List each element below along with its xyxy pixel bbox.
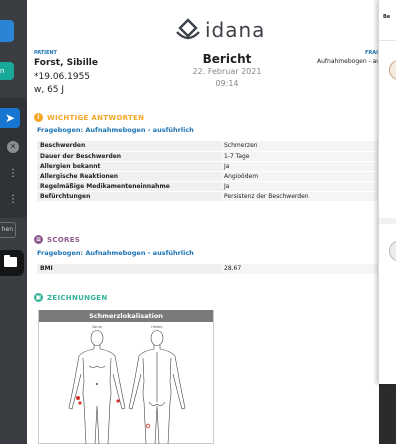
- side-panel-input[interactable]: hen: [0, 222, 16, 238]
- front-figure: [68, 330, 126, 444]
- table-row: BMI 28.67: [37, 264, 379, 275]
- pain-drawing-card: Schmerzlokalisation Vorne Hinten: [38, 310, 214, 444]
- answer-label: Allergische Reaktionen: [37, 171, 221, 182]
- body-outline: Vorne Hinten: [68, 325, 186, 444]
- divider: [379, 40, 396, 41]
- folder-button[interactable]: [0, 250, 24, 276]
- report-title: Bericht: [202, 52, 252, 66]
- report-time: 09:14: [215, 79, 239, 88]
- warning-icon: !: [34, 113, 43, 122]
- scores-table: BMI 28.67: [37, 264, 379, 275]
- more-options-icon[interactable]: ⋮: [4, 192, 22, 208]
- answer-label: Beschwerden: [37, 141, 221, 152]
- send-button[interactable]: ➤: [0, 108, 20, 128]
- table-row: Regelmäßige Medikamenteneinnahme Ja: [37, 181, 379, 192]
- report-page: idana PATIENT Forst, Sibille *19.06.1955…: [27, 0, 381, 444]
- answer-label: Regelmäßige Medikamenteneinnahme: [37, 181, 221, 192]
- idana-logo: idana: [175, 18, 305, 44]
- divider: [379, 218, 396, 224]
- front-view-label: Vorne: [92, 325, 102, 329]
- answer-value: Persistenz der Beschwerden: [221, 191, 379, 202]
- answers-heading-text: WICHTIGE ANTWORTEN: [47, 113, 145, 122]
- side-panel-teal-button[interactable]: n: [0, 62, 14, 80]
- scores-icon: ≡: [34, 235, 43, 244]
- score-label: BMI: [37, 264, 221, 275]
- close-icon[interactable]: ✕: [7, 141, 19, 153]
- table-row: Befürchtungen Persistenz der Beschwerden: [37, 191, 379, 202]
- side-dialog-header: Be: [383, 14, 391, 20]
- answer-label: Allergien bekannt: [37, 161, 221, 172]
- answer-value: 1-7 Tage: [221, 151, 379, 162]
- answer-value: Ja: [221, 161, 379, 172]
- table-row: Allergische Reaktionen Angioödem: [37, 171, 379, 182]
- patient-sex-age: w, 65 J: [34, 85, 65, 95]
- answer-value: Schmerzen: [221, 141, 379, 152]
- questionnaire-ref-value: Aufnahmebogen - au: [317, 58, 381, 65]
- pain-marker: [116, 399, 120, 403]
- scores-heading: ≡ SCORES: [34, 235, 80, 244]
- answer-value: Angioödem: [221, 171, 379, 182]
- pain-marker: [145, 423, 151, 429]
- side-panel-blue-tab[interactable]: [0, 20, 14, 42]
- answer-label: Dauer der Beschwerden: [37, 151, 221, 162]
- answer-value: Ja: [221, 181, 379, 192]
- avatar[interactable]: [389, 240, 396, 262]
- drawings-heading: ▣ ZEICHNUNGEN: [34, 293, 108, 302]
- pain-marker: [76, 396, 80, 400]
- avatar[interactable]: [389, 60, 396, 80]
- patient-name: Forst, Sibille: [34, 58, 98, 68]
- side-panel: n ➤ ✕ ⋮ ⋮ hen: [0, 0, 27, 444]
- drawings-icon: ▣: [34, 293, 43, 302]
- folder-icon: [4, 255, 17, 267]
- back-figure: [128, 330, 186, 444]
- score-value: 28.67: [221, 264, 379, 275]
- more-options-icon[interactable]: ⋮: [4, 166, 22, 182]
- answer-label: Befürchtungen: [37, 191, 221, 202]
- idana-logo-icon: [176, 18, 200, 40]
- table-row: Beschwerden Schmerzen: [37, 141, 379, 152]
- side-dialog: Be: [378, 0, 396, 384]
- pain-drawing-title: Schmerzlokalisation: [39, 310, 213, 322]
- table-row: Allergien bekannt Ja: [37, 161, 379, 172]
- side-panel-teal-label: n: [0, 67, 5, 75]
- scores-heading-text: SCORES: [47, 235, 81, 244]
- answers-table: Beschwerden Schmerzen Dauer der Beschwerd…: [37, 141, 379, 202]
- back-view-label: Hinten: [151, 325, 163, 329]
- patient-dob: *19.06.1955: [34, 72, 91, 82]
- send-icon: ➤: [4, 111, 16, 125]
- answers-questionnaire: Fragebogen: Aufnahmebogen - ausführlich: [37, 126, 194, 134]
- patient-label: PATIENT: [34, 50, 57, 56]
- drawings-heading-text: ZEICHNUNGEN: [47, 293, 108, 302]
- scores-questionnaire: Fragebogen: Aufnahmebogen - ausführlich: [37, 249, 194, 257]
- idana-logo-text: idana: [205, 18, 266, 42]
- answers-heading: ! WICHTIGE ANTWORTEN: [34, 113, 144, 122]
- table-row: Dauer der Beschwerden 1-7 Tage: [37, 151, 379, 162]
- report-date: 22. Februar 2021: [192, 67, 262, 76]
- pain-marker: [78, 401, 82, 405]
